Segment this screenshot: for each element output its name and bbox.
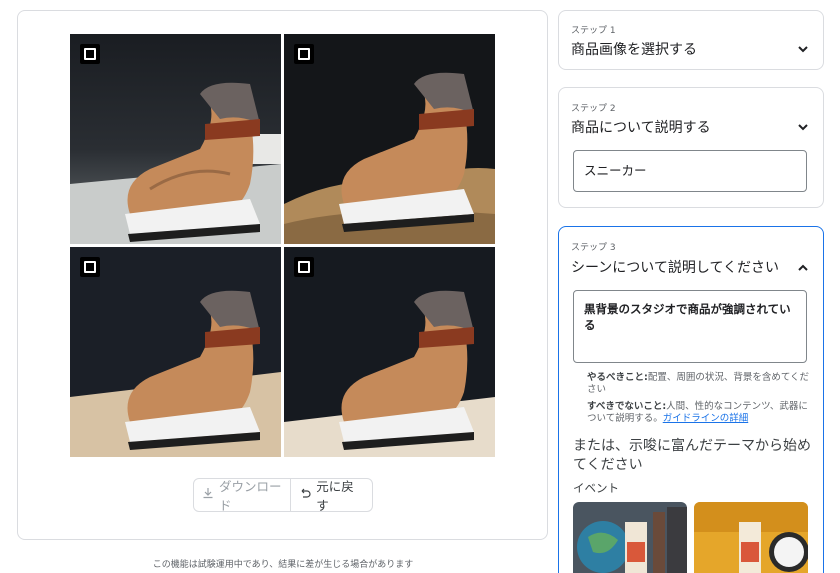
sneaker-image [70,34,281,244]
sneaker-image [70,247,281,457]
chevron-down-icon[interactable] [797,121,809,133]
hint-dont-label: すべきでないこと: [587,401,667,412]
step-1-card[interactable]: ステップ 1 商品画像を選択する [558,10,824,70]
download-icon [202,487,214,503]
sneaker-image [284,247,495,457]
scene-description-textarea[interactable]: 黒背景のスタジオで商品が強調されている [573,290,807,363]
hint-do: やるべきこと:配置、周囲の状況、背景を含めてください [587,372,817,395]
result-image-1[interactable] [70,34,281,244]
result-image-3[interactable] [70,247,281,457]
chevron-down-icon[interactable] [797,43,809,55]
hint-do-label: やるべきこと: [587,372,648,383]
download-label: ダウンロード [219,479,282,513]
image-actions: ダウンロード 元に戻す [193,478,373,513]
theme-thumbnail-2[interactable] [694,502,808,573]
result-image-4[interactable] [284,247,495,457]
hint-dont: すべきでないこと:人間、性的なコンテンツ、武器について説明する。ガイドラインの詳… [587,401,817,424]
step-title: 商品画像を選択する [571,42,697,58]
theme-category-label: イベント [573,481,619,495]
undo-button[interactable]: 元に戻す [291,479,372,513]
experimental-notice: この機能は試験運用中であり、結果に差が生じる場合があります [152,560,414,570]
select-checkbox[interactable] [80,257,100,277]
select-checkbox[interactable] [80,44,100,64]
theme-image [573,502,687,573]
result-image-2[interactable] [284,34,495,244]
sneaker-image [284,34,495,244]
image-grid [70,34,495,458]
step-2-card: ステップ 2 商品について説明する スニーカー [558,87,824,208]
chevron-up-icon[interactable] [797,262,809,274]
undo-icon [299,487,311,503]
step-label: ステップ 2 [571,104,616,114]
product-description-input[interactable]: スニーカー [573,150,807,192]
step-title: シーンについて説明してください [571,260,780,276]
select-checkbox[interactable] [294,257,314,277]
download-button[interactable]: ダウンロード [194,479,292,513]
undo-label: 元に戻す [316,479,354,513]
step-label: ステップ 3 [571,243,616,253]
theme-image [694,502,808,573]
step-title: 商品について説明する [571,120,711,136]
guideline-link[interactable]: ガイドラインの詳細 [663,413,749,424]
step-label: ステップ 1 [571,26,616,36]
results-panel: ダウンロード 元に戻す [17,10,548,540]
theme-thumbnail-1[interactable] [573,502,687,573]
theme-lead-text: または、示唆に富んだテーマから始めてください [573,438,811,473]
select-checkbox[interactable] [294,44,314,64]
